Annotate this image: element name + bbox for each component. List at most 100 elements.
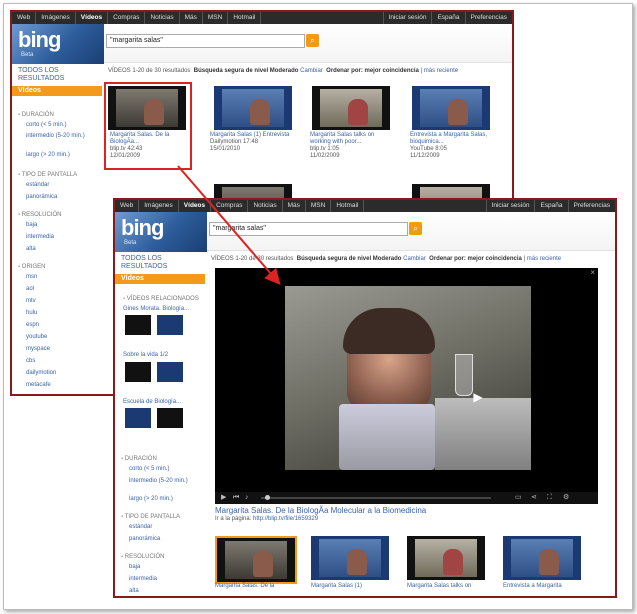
nav-shopping[interactable]: Compras — [108, 12, 146, 24]
close-icon[interactable]: × — [590, 268, 595, 277]
result-thumbnail[interactable] — [214, 86, 292, 130]
result-thumbnail[interactable] — [407, 536, 485, 580]
result-caption[interactable]: Margarita Salas talks on working with po… — [310, 132, 394, 160]
share-icon[interactable]: ⋖ — [531, 492, 537, 504]
change-safe-link[interactable]: Cambiar — [403, 256, 426, 262]
nav-more[interactable]: Más — [180, 12, 203, 24]
filter-medium[interactable]: intermedio (5-20 min.) — [129, 478, 195, 485]
captions-icon[interactable]: ▭ — [515, 492, 522, 504]
sign-in-link[interactable]: Iniciar sesión — [382, 12, 432, 24]
related-link[interactable]: Sobre la vida 1/2 — [123, 352, 168, 359]
nav-news[interactable]: Noticias — [145, 12, 180, 24]
filter-mid[interactable]: intermedia — [129, 576, 157, 583]
result-thumbnail[interactable] — [503, 536, 581, 580]
seek-bar[interactable] — [261, 497, 491, 499]
nav-msn[interactable]: MSN — [306, 200, 332, 212]
filter-short[interactable]: corto (< 5 min.) — [26, 122, 67, 129]
preferences-link[interactable]: Preferencias — [567, 200, 616, 212]
result-caption[interactable]: Margarita Salas talks on — [407, 583, 491, 590]
nav-msn[interactable]: MSN — [203, 12, 229, 24]
result-thumbnail[interactable] — [412, 86, 490, 130]
filter-short[interactable]: corto (< 5 min.) — [129, 466, 170, 473]
filter-low[interactable]: baja — [26, 222, 37, 229]
result-caption[interactable]: Margarita Salas. De la — [215, 583, 299, 590]
nav-web[interactable]: Web — [115, 200, 140, 212]
sign-in-link[interactable]: Iniciar sesión — [485, 200, 535, 212]
video-title[interactable]: Margarita Salas. De la BiologÃa Molecula… — [215, 506, 426, 515]
region-link[interactable]: España — [534, 200, 567, 212]
result-caption[interactable]: Entrevista a Margarita — [503, 583, 587, 590]
nav-videos[interactable]: Vídeos — [179, 200, 212, 212]
bing-logo[interactable]: bing Beta — [12, 24, 104, 64]
origin-msn[interactable]: msn — [26, 274, 37, 281]
nav-web[interactable]: Web — [12, 12, 37, 24]
video-source-link[interactable]: http://blip.tv/file/1659329 — [253, 516, 318, 522]
result-thumbnail[interactable] — [215, 536, 297, 584]
filter-mid[interactable]: intermedia — [26, 234, 54, 241]
video-frame[interactable]: ▶ — [285, 286, 531, 470]
nav-hotmail[interactable]: Hotmail — [228, 12, 262, 24]
play-pause-icon[interactable]: ▶ — [221, 492, 226, 504]
search-input[interactable]: "margarita salas" — [209, 222, 408, 236]
origin-cbs[interactable]: cbs — [26, 358, 35, 365]
change-safe-link[interactable]: Cambiar — [300, 68, 323, 74]
related-thumbnail[interactable] — [157, 408, 183, 428]
search-button[interactable]: ⌕ — [409, 222, 422, 235]
region-link[interactable]: España — [431, 12, 464, 24]
origin-metacafe[interactable]: metacafe — [26, 382, 51, 389]
related-thumbnail[interactable] — [125, 362, 151, 382]
result-thumbnail[interactable] — [311, 536, 389, 580]
related-link[interactable]: Gines Morata. Biología... — [123, 306, 189, 313]
origin-aol[interactable]: aol — [26, 286, 34, 293]
nav-images[interactable]: Imágenes — [36, 12, 76, 24]
result-caption[interactable]: Margarita Salas (1) Entrevista Dailymotio… — [210, 132, 294, 153]
result-caption[interactable]: Margarita Salas (1) — [311, 583, 395, 590]
origin-dailymotion[interactable]: dailymotion — [26, 370, 56, 377]
origin-hulu[interactable]: hulu — [26, 310, 37, 317]
origin-espn[interactable]: espn — [26, 322, 39, 329]
search-input[interactable]: "margarita salas" — [106, 34, 305, 48]
filter-wide[interactable]: panorámica — [26, 194, 57, 201]
nav-images[interactable]: Imágenes — [139, 200, 179, 212]
filter-medium[interactable]: intermedio (5-20 min.) — [26, 133, 92, 140]
seek-handle[interactable] — [265, 495, 270, 500]
prev-icon[interactable]: ⏮ — [233, 492, 239, 504]
filter-long[interactable]: largo (> 20 min.) — [26, 152, 70, 159]
nav-news[interactable]: Noticias — [248, 200, 283, 212]
filter-long[interactable]: largo (> 20 min.) — [129, 496, 173, 503]
related-link[interactable]: Escuela de Biología... — [123, 399, 181, 406]
play-icon[interactable]: ▶ — [471, 390, 485, 404]
filter-standard[interactable]: estándar — [26, 182, 49, 189]
result-caption[interactable]: Entrevista a Margarita Salas, bioquimica… — [410, 132, 494, 160]
filter-high[interactable]: alta — [129, 588, 139, 595]
preferences-link[interactable]: Preferencias — [464, 12, 513, 24]
filter-wide[interactable]: panorámica — [129, 536, 160, 543]
search-button[interactable]: ⌕ — [306, 34, 319, 47]
bing-logo[interactable]: bing Beta — [115, 212, 207, 252]
video-player[interactable]: × ▶ ▶ ⏮ ♪ ▭ ⋖ ⛶ ⚙ — [215, 268, 598, 504]
related-thumbnail[interactable] — [125, 315, 151, 335]
origin-mtv[interactable]: mtv — [26, 298, 36, 305]
related-thumbnail[interactable] — [157, 362, 183, 382]
sort-recent-link[interactable]: más reciente — [527, 256, 561, 262]
volume-icon[interactable]: ♪ — [245, 492, 249, 504]
fullscreen-icon[interactable]: ⛶ — [547, 492, 552, 504]
all-results-link[interactable]: TODOS LOS RESULTADOS — [121, 255, 181, 271]
filter-low[interactable]: baja — [129, 564, 140, 571]
videos-tab[interactable]: Vídeos — [115, 274, 205, 284]
origin-myspace[interactable]: myspace — [26, 346, 50, 353]
videos-tab[interactable]: Vídeos — [12, 86, 102, 96]
origin-youtube[interactable]: youtube — [26, 334, 47, 341]
nav-shopping[interactable]: Compras — [211, 200, 249, 212]
nav-videos[interactable]: Vídeos — [76, 12, 109, 24]
settings-icon[interactable]: ⚙ — [563, 492, 569, 504]
related-thumbnail[interactable] — [125, 408, 151, 428]
filter-standard[interactable]: estándar — [129, 524, 152, 531]
nav-hotmail[interactable]: Hotmail — [331, 200, 365, 212]
result-thumbnail[interactable] — [312, 86, 390, 130]
filter-high[interactable]: alta — [26, 246, 36, 253]
all-results-link[interactable]: TODOS LOS RESULTADOS — [18, 67, 78, 83]
sort-recent-link[interactable]: más reciente — [424, 68, 458, 74]
related-thumbnail[interactable] — [157, 315, 183, 335]
nav-more[interactable]: Más — [283, 200, 306, 212]
